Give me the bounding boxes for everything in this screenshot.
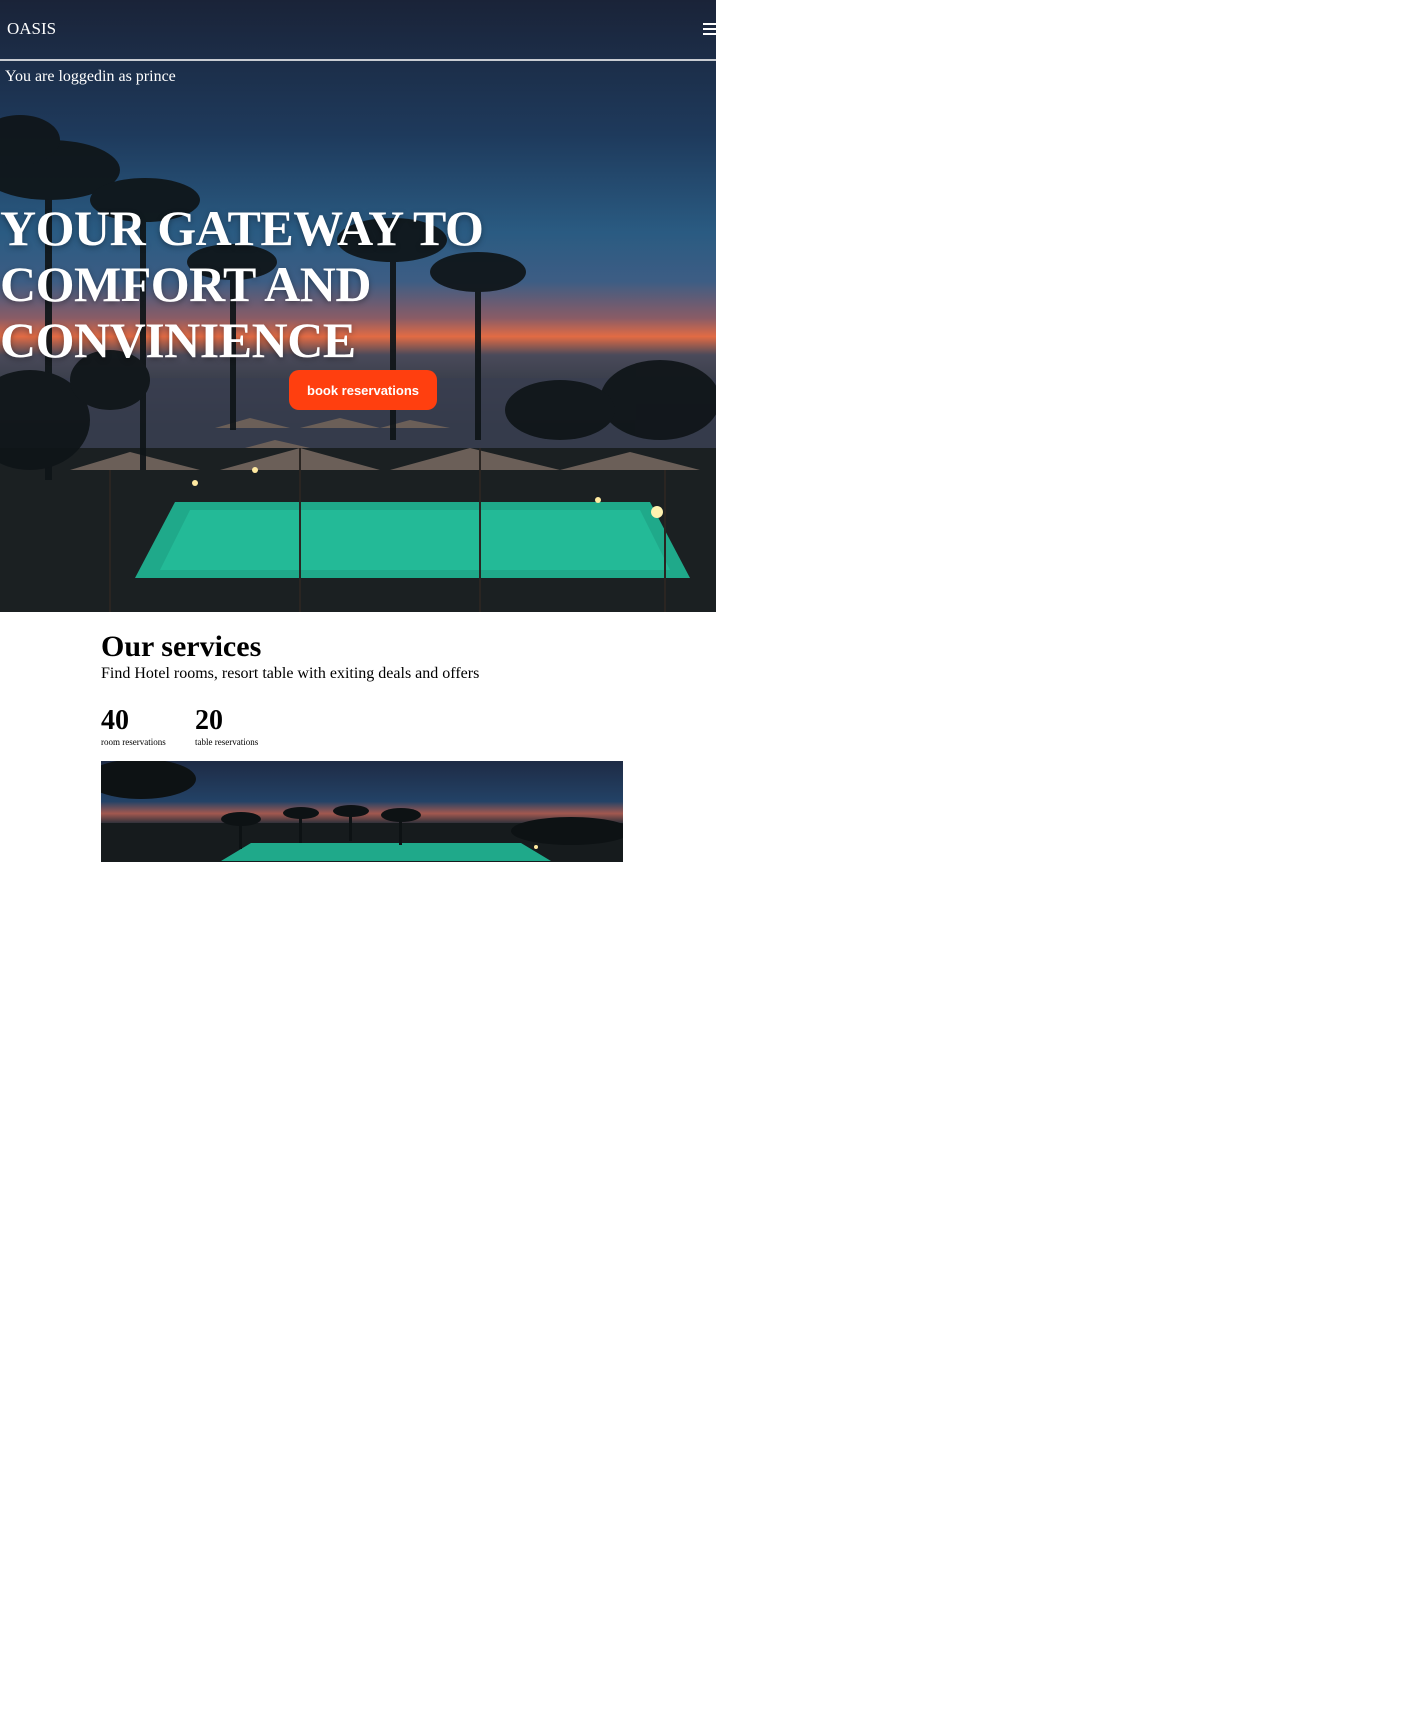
hero-section: OASIS You are loggedin as prince YOUR GA…: [0, 0, 716, 612]
services-image: [101, 761, 623, 862]
stats-row: 40 room reservations 20 table reservatio…: [101, 706, 278, 748]
stat-value: 40: [101, 705, 129, 736]
hero-headline: YOUR GATEWAY TO COMFORT AND CONVINIENCE: [0, 200, 484, 368]
services-subtitle: Find Hotel rooms, resort table with exit…: [101, 665, 480, 682]
hamburger-menu-icon[interactable]: [702, 21, 716, 37]
navbar: OASIS: [0, 0, 716, 61]
services-title: Our services: [101, 630, 262, 663]
brand-logo[interactable]: OASIS: [7, 19, 56, 39]
stat-room-reservations: 40 room reservations: [101, 706, 175, 748]
stat-value: 20: [195, 705, 223, 736]
services-section: Our services Find Hotel rooms, resort ta…: [101, 630, 623, 862]
book-reservations-button[interactable]: book reservations: [289, 370, 437, 410]
stat-table-reservations: 20 table reservations: [195, 706, 258, 748]
login-status-text: You are loggedin as prince: [5, 68, 176, 85]
stat-label: table reservations: [195, 737, 259, 747]
stat-label: room reservations: [101, 737, 166, 747]
